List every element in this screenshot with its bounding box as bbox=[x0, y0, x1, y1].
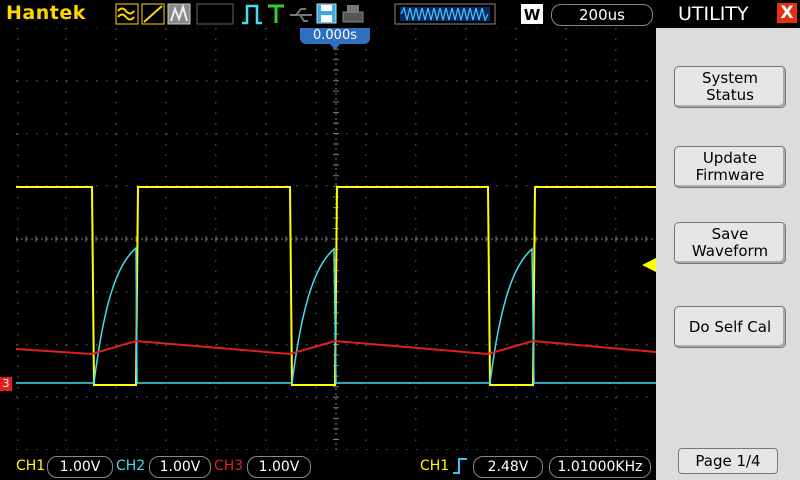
ch1-label[interactable]: CH1 bbox=[16, 458, 45, 474]
brand-logo: Hantek bbox=[6, 2, 86, 24]
menu-title-bar: UTILITY X bbox=[656, 0, 800, 28]
trigger-level-readout[interactable]: 2.48V bbox=[473, 456, 543, 478]
ch2-scale[interactable]: 1.00V bbox=[149, 456, 211, 478]
screen-frame-icon bbox=[196, 3, 234, 25]
status-bar: CH1 1.00V CH2 1.00V CH3 1.00V CH1 2.48V … bbox=[0, 450, 656, 480]
save-waveform-button[interactable]: Save Waveform bbox=[674, 222, 786, 264]
waveform-display[interactable]: 0.000s bbox=[16, 28, 656, 450]
trigger-source-label[interactable]: CH1 bbox=[420, 458, 449, 474]
utility-menu: UTILITY X System Status Update Firmware … bbox=[656, 0, 800, 480]
usb-icon bbox=[290, 8, 312, 22]
waveform-plot bbox=[16, 28, 656, 450]
close-icon[interactable]: X bbox=[777, 3, 797, 23]
w-icon[interactable]: W bbox=[520, 3, 544, 25]
ch1-scale[interactable]: 1.00V bbox=[47, 456, 113, 478]
trigger-level-marker[interactable] bbox=[642, 258, 656, 272]
trigger-icon[interactable] bbox=[266, 3, 286, 25]
self-cal-button[interactable]: Do Self Cal bbox=[674, 306, 786, 348]
ch2-label[interactable]: CH2 bbox=[116, 458, 145, 474]
system-status-button[interactable]: System Status bbox=[674, 66, 786, 108]
run-icon[interactable] bbox=[240, 3, 264, 25]
trigger-position-flag[interactable]: 0.000s bbox=[300, 28, 370, 44]
update-firmware-button[interactable]: Update Firmware bbox=[674, 146, 786, 188]
trigger-position-pointer bbox=[330, 44, 340, 50]
frequency-readout: 1.01000KHz bbox=[549, 456, 651, 478]
ch3-label[interactable]: CH3 bbox=[214, 458, 243, 474]
svg-text:W: W bbox=[524, 6, 541, 24]
ch3-ground-marker[interactable]: 3 bbox=[0, 377, 12, 391]
waveform-mode-icons[interactable] bbox=[115, 3, 193, 25]
memory-depth-icon bbox=[394, 3, 496, 25]
timebase-readout[interactable]: 200us bbox=[551, 4, 653, 26]
trigger-time-readout: 0.000s bbox=[313, 28, 357, 43]
ch3-marker-label: 3 bbox=[2, 377, 10, 390]
ch3-scale[interactable]: 1.00V bbox=[247, 456, 311, 478]
print-icon[interactable] bbox=[341, 3, 365, 25]
menu-title: UTILITY bbox=[678, 3, 749, 25]
rising-edge-icon bbox=[453, 458, 467, 474]
save-icon[interactable] bbox=[316, 3, 338, 25]
page-indicator-button[interactable]: Page 1/4 bbox=[678, 448, 778, 474]
top-toolbar: Hantek W 200us bbox=[0, 0, 656, 28]
